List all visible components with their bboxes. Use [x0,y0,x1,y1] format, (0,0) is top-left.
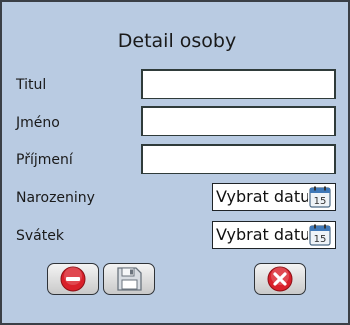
prijmeni-field[interactable] [141,144,336,174]
save-button[interactable] [103,263,155,295]
person-detail-dialog: Detail osoby Titul Jméno Příjmení Naroze… [0,0,350,325]
narozeniny-date-text: Vybrat datu [216,187,308,206]
narozeniny-date-picker[interactable]: Vybrat datu 15 [212,183,336,211]
jmeno-field[interactable] [141,106,336,136]
svatek-label: Svátek [16,228,64,244]
minus-circle-icon [60,266,86,292]
narozeniny-label: Narozeniny [16,190,95,206]
svatek-date-picker[interactable]: Vybrat datu 15 [212,221,336,249]
prijmeni-label: Příjmení [16,152,73,168]
calendar-day-text: 15 [314,196,327,207]
calendar-icon[interactable]: 15 [309,186,331,208]
floppy-disk-icon [117,267,142,291]
calendar-icon[interactable]: 15 [309,224,331,246]
titul-label: Titul [16,77,47,93]
close-button[interactable] [254,263,306,295]
titul-field[interactable] [141,69,336,99]
jmeno-label: Jméno [16,115,60,131]
calendar-day-text: 15 [314,234,327,245]
delete-button[interactable] [47,263,99,295]
svatek-date-text: Vybrat datu [216,225,308,244]
dialog-title: Detail osoby [117,30,237,52]
close-circle-icon [267,266,293,292]
